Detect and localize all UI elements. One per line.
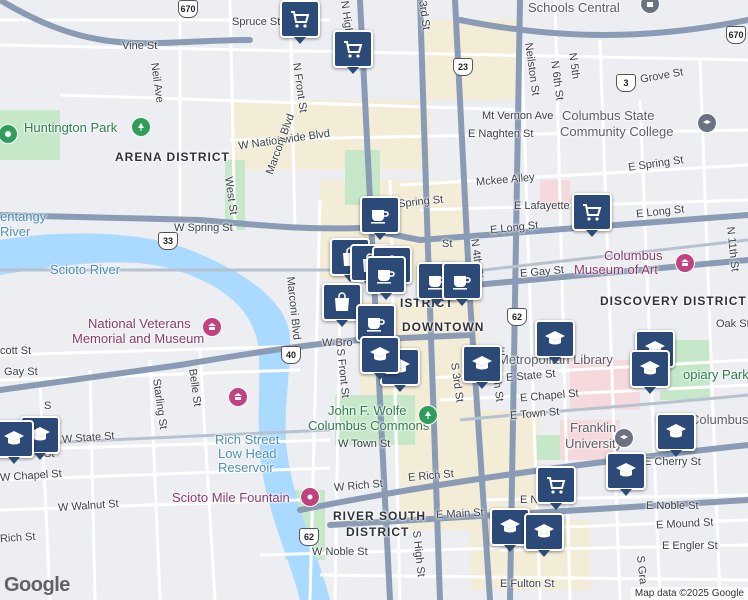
district-label: DISTRICT — [346, 525, 410, 539]
highway-shield: 62 — [299, 528, 319, 546]
museum-icon[interactable] — [675, 253, 695, 273]
school-icon — [614, 459, 638, 483]
cafe-marker[interactable] — [360, 196, 400, 240]
street-label: Rich St — [0, 530, 36, 546]
highway-shield: 40 — [281, 346, 301, 364]
district-label: RIVER SOUTH — [333, 509, 427, 523]
poi-label: Rich Street — [215, 432, 280, 447]
shopping-cart-icon — [288, 7, 312, 31]
park-icon[interactable] — [131, 117, 151, 137]
street-label: E Noble St — [646, 500, 699, 512]
school-icon — [532, 520, 556, 544]
school-marker[interactable] — [630, 350, 670, 394]
district-label: ARENA DISTRICT — [115, 150, 230, 164]
poi-label: National Veterans — [88, 316, 191, 331]
street-label: E Main St — [435, 506, 484, 522]
poi-label: Memorial and Museum — [72, 331, 205, 346]
cafe-marker[interactable] — [442, 262, 482, 306]
highway-shield: 33 — [158, 232, 178, 250]
google-logo[interactable]: Google — [4, 574, 70, 597]
poi-label: Museum of Art — [574, 262, 658, 277]
school-marker[interactable] — [360, 336, 400, 380]
school-marker[interactable] — [606, 452, 646, 496]
highway-shield: 23 — [453, 58, 473, 76]
poi-label: Columbus — [690, 412, 748, 427]
street-label: Oak St — [716, 318, 748, 330]
shopping-cart-icon — [580, 200, 604, 224]
school-icon — [664, 420, 688, 444]
street-label: W Spring St — [174, 222, 233, 234]
district-label: DOWNTOWN — [402, 320, 485, 334]
museum-icon[interactable] — [202, 317, 222, 337]
school-marker[interactable] — [462, 345, 502, 389]
school-building-icon[interactable] — [614, 428, 634, 448]
cafe-marker[interactable] — [366, 256, 406, 300]
street-label: W Town St — [338, 438, 391, 450]
highway-shield: 62 — [507, 308, 527, 326]
poi-label: Reservoir — [218, 460, 274, 475]
grocery-marker[interactable] — [572, 193, 612, 237]
poi-label: Columbus Commons — [308, 418, 430, 433]
street-label: W Bro — [322, 337, 353, 349]
poi-label: Schools Central — [528, 0, 620, 15]
school-icon — [543, 327, 567, 351]
street-label: S — [44, 400, 52, 412]
school-marker[interactable] — [535, 320, 575, 364]
grocery-marker[interactable] — [536, 466, 576, 510]
poi-label: Huntington Park — [24, 120, 118, 135]
street-label: E Fulton St — [500, 578, 555, 590]
street-label: E Lafayette — [514, 200, 570, 212]
highway-shield: 670 — [726, 26, 746, 44]
school-building-icon[interactable] — [697, 113, 717, 133]
street-label: Mt Vernon Ave — [482, 110, 554, 122]
poi-label: Low Head — [218, 446, 277, 461]
school-marker[interactable] — [0, 420, 34, 464]
street-label: Spruce St — [232, 16, 281, 28]
highway-shield: 3 — [616, 74, 636, 92]
poi-label: Community College — [560, 124, 674, 139]
grocery-marker[interactable] — [280, 0, 320, 44]
poi-label: Scioto Mile Fountain — [172, 490, 290, 505]
school-icon — [498, 515, 522, 539]
street-label: Vine St — [122, 40, 158, 52]
school-marker[interactable] — [524, 513, 564, 557]
poi-label: opiary Park — [683, 367, 748, 382]
poi-label: Franklin — [570, 420, 617, 435]
street-label: cott St — [0, 345, 32, 357]
street-label: W Noble St — [312, 546, 368, 558]
poi-label: entangy — [0, 209, 47, 224]
school-icon — [470, 352, 494, 376]
school-icon — [2, 427, 26, 451]
attraction-icon[interactable] — [300, 487, 320, 507]
grocery-marker[interactable] — [333, 30, 373, 74]
coffee-icon — [450, 269, 474, 293]
school-icon — [368, 343, 392, 367]
street-label: St — [442, 238, 453, 250]
coffee-icon — [374, 263, 398, 287]
poi-label: River — [0, 224, 31, 239]
poi-label: John F. Wolfe — [328, 403, 407, 418]
coffee-icon — [364, 311, 388, 335]
street-label: Gay St — [4, 366, 38, 378]
museum-icon[interactable] — [228, 387, 248, 407]
street-label: E Cherry St — [644, 456, 701, 468]
park-icon[interactable] — [418, 405, 438, 425]
poi-label: Scioto River — [50, 262, 121, 277]
school-marker[interactable] — [656, 413, 696, 457]
shopping-cart-icon — [341, 37, 365, 61]
street-label: E Naghten St — [468, 128, 534, 140]
coffee-icon — [368, 203, 392, 227]
highway-shield: 670 — [178, 0, 198, 18]
poi-label: Columbus State — [562, 108, 655, 123]
street-label: E Engler St — [662, 540, 718, 552]
poi-label: Columbus — [604, 248, 663, 263]
shopping-cart-icon — [544, 473, 568, 497]
map-attribution: Map data ©2025 Google — [630, 587, 748, 600]
school-icon — [638, 357, 662, 381]
district-label: DISCOVERY DISTRICT — [600, 294, 747, 308]
shopping-bag-icon — [330, 290, 354, 314]
